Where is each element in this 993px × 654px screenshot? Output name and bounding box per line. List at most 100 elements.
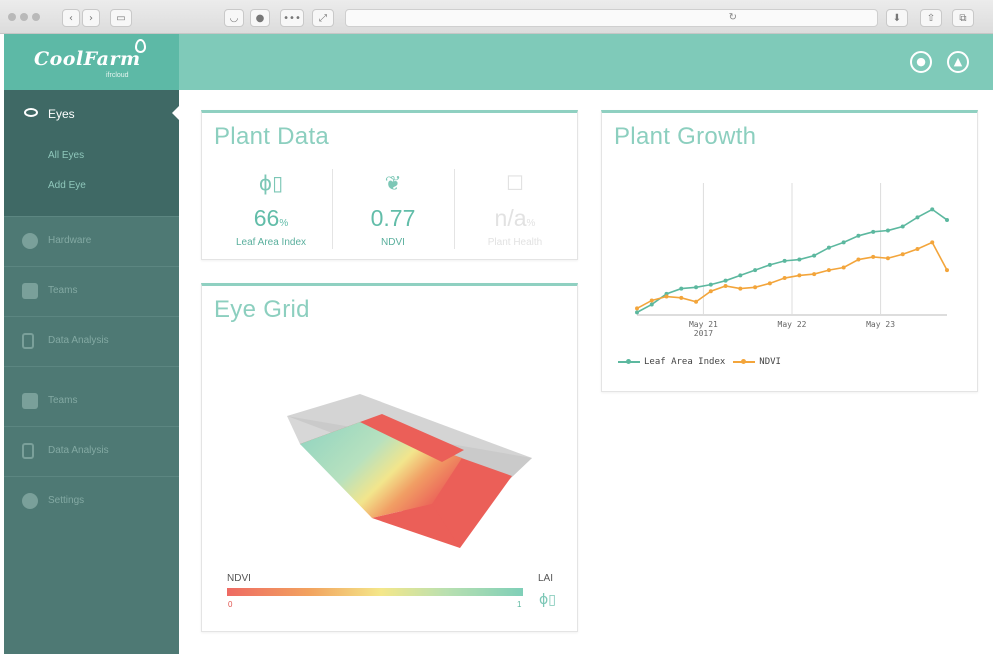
data-point[interactable] xyxy=(915,247,920,251)
legend-max: 1 xyxy=(517,600,522,609)
minimize-window-dot[interactable] xyxy=(20,13,28,21)
browser-toolbar: ‹ › ▭ ◡ ● ••• ⤢ ↻ ⬇ ⇧ ⧉ xyxy=(0,0,993,34)
plant-growth-chart[interactable]: May 21 2017 May 22 May 23 xyxy=(602,173,977,343)
data-point[interactable] xyxy=(753,268,758,273)
sidebar-sub-add-eye[interactable]: Add Eye xyxy=(48,180,86,191)
share-icon[interactable]: ⇧ xyxy=(920,9,942,27)
eye-grid-heatmap[interactable] xyxy=(202,286,577,632)
fullscreen-icon[interactable]: ⤢ xyxy=(312,9,334,27)
legend-swatch-ndvi xyxy=(733,359,756,364)
data-point[interactable] xyxy=(694,299,699,304)
address-bar[interactable]: ↻ xyxy=(345,9,878,27)
legend-left-label: NDVI xyxy=(227,573,251,584)
data-point[interactable] xyxy=(885,256,890,261)
data-point[interactable] xyxy=(635,310,639,315)
metric-label: Plant Health xyxy=(487,237,543,248)
data-point[interactable] xyxy=(738,273,743,278)
sidebar-toggle-icon[interactable]: ▭ xyxy=(110,9,132,27)
sidebar-item-data-analysis-2[interactable]: Data Analysis xyxy=(4,426,179,476)
dots-icon[interactable]: ••• xyxy=(280,9,304,27)
legend-gradient-bar xyxy=(227,588,523,596)
data-point[interactable] xyxy=(723,278,728,283)
data-point[interactable] xyxy=(945,217,949,222)
data-point[interactable] xyxy=(841,240,846,245)
data-point[interactable] xyxy=(812,253,817,258)
pocket-icon[interactable]: ◡ xyxy=(224,9,244,27)
data-point[interactable] xyxy=(649,298,654,303)
data-point[interactable] xyxy=(930,240,935,245)
data-point[interactable] xyxy=(841,265,846,270)
close-window-dot[interactable] xyxy=(8,13,16,21)
data-point[interactable] xyxy=(708,289,713,294)
back-icon[interactable]: ‹ xyxy=(62,9,80,27)
metric-leaf-area-index: ϕ▯ 66% Leaf Area Index xyxy=(210,169,332,253)
data-point[interactable] xyxy=(797,273,802,278)
tabs-icon[interactable]: ⧉ xyxy=(952,9,974,27)
chart-legend: Leaf Area Index NDVI xyxy=(618,357,781,367)
sidebar-item-eyes[interactable]: Eyes xyxy=(4,100,179,130)
data-point[interactable] xyxy=(738,286,743,291)
data-point[interactable] xyxy=(871,254,876,259)
legend-min: 0 xyxy=(228,600,233,609)
sidebar-item-label: Data Analysis xyxy=(48,335,109,346)
sidebar-sub-all-eyes[interactable]: All Eyes xyxy=(48,150,84,161)
data-point[interactable] xyxy=(767,281,772,286)
data-point[interactable] xyxy=(856,233,861,238)
data-point[interactable] xyxy=(885,228,890,233)
metric-value: n/a xyxy=(494,205,527,231)
data-point[interactable] xyxy=(826,245,831,250)
data-point[interactable] xyxy=(649,302,654,307)
data-point[interactable] xyxy=(782,276,787,281)
data-point[interactable] xyxy=(856,257,861,262)
leaf-ruler-icon: ϕ▯ xyxy=(539,592,556,608)
sidebar-item-label: Teams xyxy=(48,285,78,296)
reload-icon[interactable]: ↻ xyxy=(729,12,737,23)
data-point[interactable] xyxy=(797,257,802,262)
sidebar-item-teams[interactable]: Teams xyxy=(4,266,179,316)
data-point[interactable] xyxy=(812,272,817,277)
sprout-icon: ❦ xyxy=(384,171,402,195)
metric-plant-health: ☐ n/a% Plant Health xyxy=(454,169,576,253)
sidebar-item-label: Hardware xyxy=(48,235,92,246)
download-icon[interactable]: ⬇ xyxy=(886,9,908,27)
data-point[interactable] xyxy=(900,252,905,257)
logo[interactable]: CoolFarm ifrcloud xyxy=(4,34,179,90)
data-point[interactable] xyxy=(708,282,713,287)
data-point[interactable] xyxy=(900,224,905,229)
card-title: Plant Data xyxy=(214,123,330,150)
sidebar-item-label: Settings xyxy=(48,495,85,506)
app-header: CoolFarm ifrcloud ● ▲ xyxy=(4,34,993,90)
data-point[interactable] xyxy=(767,262,772,267)
sidebar-item-label: Teams xyxy=(48,395,78,406)
leaf-logo-icon xyxy=(135,39,146,53)
adblock-icon[interactable]: ● xyxy=(250,9,270,27)
eye-grid-card: Eye Grid NDVI LAI 0 1 ϕ▯ xyxy=(201,283,578,632)
plant-growth-card: Plant Growth May 21 2017 May 22 May 23 Leaf… xyxy=(601,110,978,392)
data-point[interactable] xyxy=(723,283,728,288)
data-point[interactable] xyxy=(753,285,758,290)
data-point[interactable] xyxy=(826,268,831,273)
data-point[interactable] xyxy=(782,258,787,263)
hardware-icon xyxy=(22,233,38,249)
bell-icon[interactable]: ▲ xyxy=(947,51,969,73)
eye-icon xyxy=(24,108,38,117)
sidebar-item-settings[interactable]: Settings xyxy=(4,476,179,526)
sidebar-item-hardware[interactable]: Hardware xyxy=(4,216,179,266)
forward-icon[interactable]: › xyxy=(82,9,100,27)
data-point[interactable] xyxy=(679,295,684,300)
data-point[interactable] xyxy=(930,207,935,212)
metric-ndvi: ❦ 0.77 NDVI xyxy=(332,169,454,253)
data-point[interactable] xyxy=(945,268,949,273)
plant-data-card: Plant Data ϕ▯ 66% Leaf Area Index ❦ 0.77… xyxy=(201,110,578,260)
x-tick-label: May 21 2017 xyxy=(689,320,718,338)
data-point[interactable] xyxy=(871,229,876,234)
data-point[interactable] xyxy=(915,215,920,220)
data-point[interactable] xyxy=(679,286,684,291)
zoom-window-dot[interactable] xyxy=(32,13,40,21)
sidebar-item-teams-2[interactable]: Teams xyxy=(4,366,179,426)
sidebar-item-data-analysis[interactable]: Data Analysis xyxy=(4,316,179,366)
data-point[interactable] xyxy=(635,306,639,311)
data-point[interactable] xyxy=(694,285,699,290)
user-icon[interactable]: ● xyxy=(910,51,932,73)
data-point[interactable] xyxy=(664,294,669,299)
